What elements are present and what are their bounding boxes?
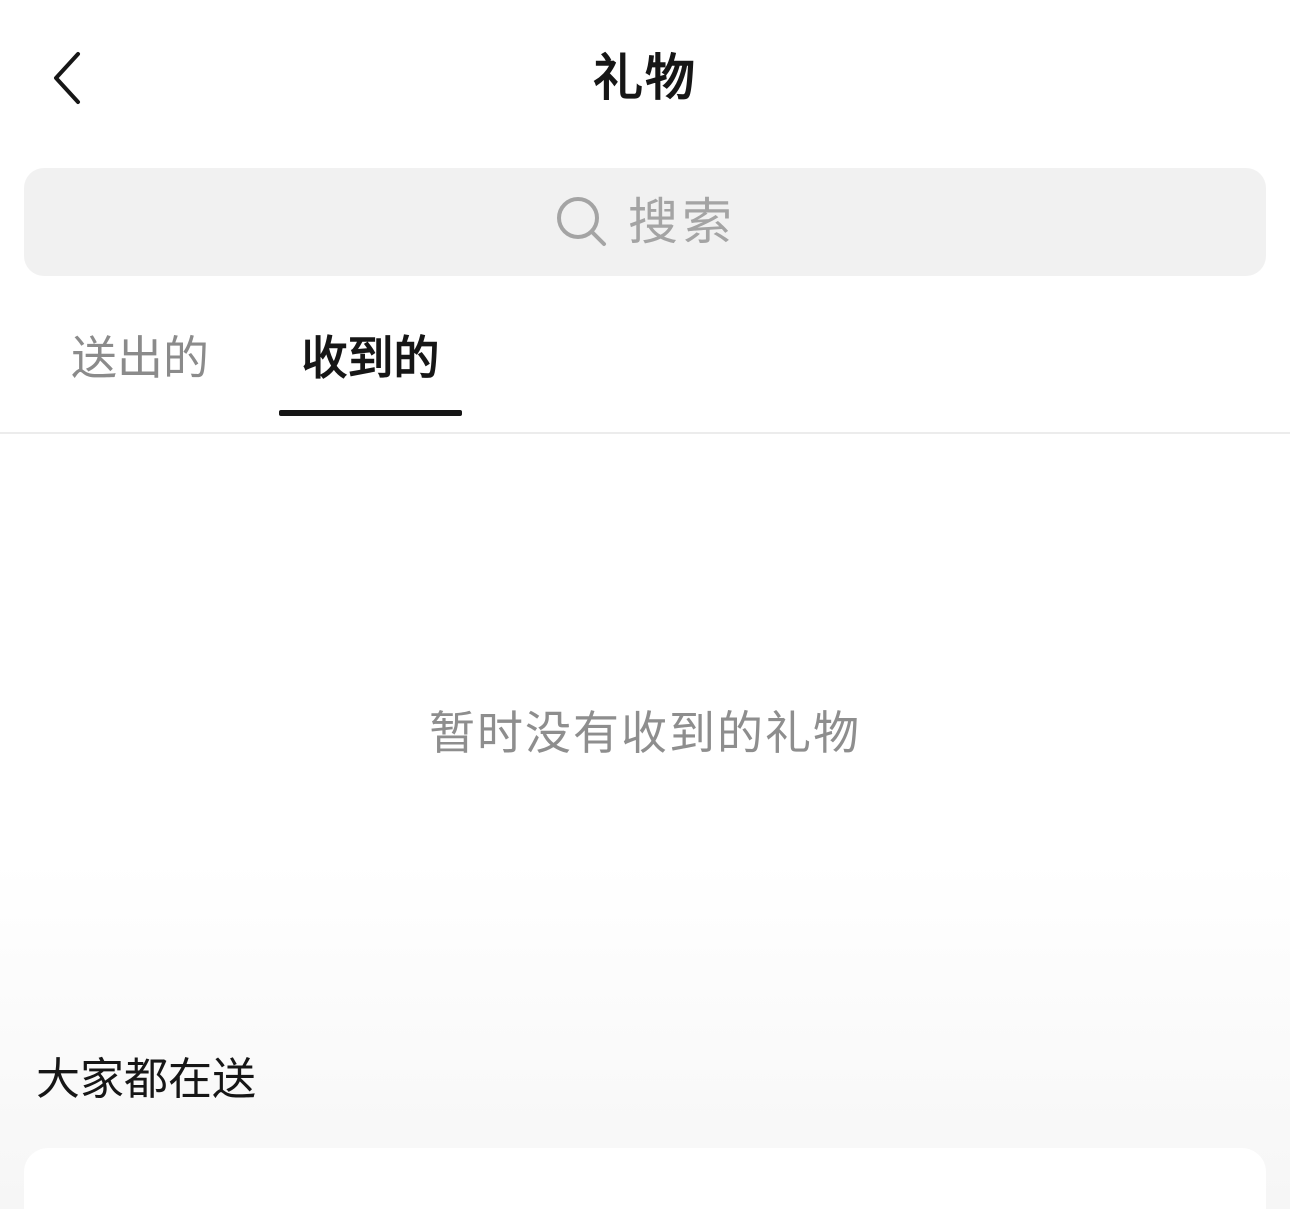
navigation-bar: 礼物: [0, 0, 1290, 160]
active-tab-indicator: [279, 410, 462, 416]
empty-state-message: 暂时没有收到的礼物: [429, 706, 861, 760]
recommend-section-title: 大家都在送: [36, 1054, 256, 1105]
gift-page: 礼物 搜索 送出的 收到的 暂时没有收到的礼物 大家都在送: [0, 0, 1290, 1209]
search-placeholder: 搜索: [628, 193, 736, 251]
tab-sent[interactable]: 送出的: [62, 328, 218, 418]
page-title: 礼物: [593, 49, 697, 107]
tab-bar: 送出的 收到的: [0, 300, 1290, 434]
tab-received[interactable]: 收到的: [279, 328, 462, 418]
search-bar[interactable]: 搜索: [24, 168, 1266, 276]
recommend-gift-card[interactable]: [24, 1148, 1266, 1209]
search-icon: [554, 194, 610, 250]
